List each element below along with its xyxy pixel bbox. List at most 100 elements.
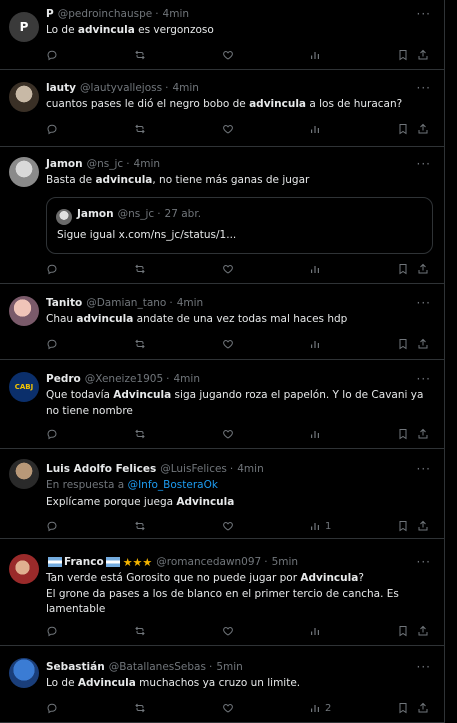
avatar[interactable] xyxy=(9,296,39,326)
more-options-button[interactable]: ··· xyxy=(417,463,431,475)
bookmark-button[interactable] xyxy=(397,701,409,715)
timestamp[interactable]: 4min xyxy=(237,463,263,475)
timestamp[interactable]: 4min xyxy=(177,297,203,309)
reply-button[interactable] xyxy=(46,624,58,638)
tweet-card[interactable]: Luis Adolfo Felices @LuisFelices · 4min ··· E… xyxy=(0,449,444,539)
tweet-card[interactable]: Tanito @Damian_tano · 4min ··· Chau advincula… xyxy=(0,284,444,360)
more-options-button[interactable]: ··· xyxy=(417,556,431,568)
author-name[interactable]: P xyxy=(46,8,54,20)
more-options-button[interactable]: ··· xyxy=(417,297,431,309)
avatar[interactable] xyxy=(9,658,39,688)
reply-button[interactable] xyxy=(46,48,58,62)
author-name[interactable]: Tanito xyxy=(46,297,82,309)
avatar[interactable]: CABJ xyxy=(9,372,39,402)
like-button[interactable] xyxy=(222,122,234,136)
tweet-card[interactable]: Jamon @ns_jc · 4min ··· Basta de advincula, n… xyxy=(0,147,444,284)
more-options-button[interactable]: ··· xyxy=(417,661,431,673)
bookmark-button[interactable] xyxy=(397,624,409,638)
reply-button[interactable] xyxy=(46,337,58,351)
share-button[interactable] xyxy=(417,427,429,441)
author-name[interactable]: Sebastián xyxy=(46,661,105,673)
views-button[interactable] xyxy=(309,122,321,136)
avatar[interactable] xyxy=(9,554,39,584)
retweet-button[interactable] xyxy=(134,48,146,62)
share-button[interactable] xyxy=(417,337,429,351)
retweet-button[interactable] xyxy=(134,122,146,136)
avatar[interactable] xyxy=(9,459,39,489)
like-button[interactable] xyxy=(222,48,234,62)
views-button[interactable] xyxy=(309,427,321,441)
share-button[interactable] xyxy=(417,48,429,62)
share-button[interactable] xyxy=(417,701,429,715)
author-name[interactable]: Luis Adolfo Felices xyxy=(46,463,156,475)
more-options-button[interactable]: ··· xyxy=(417,82,431,94)
author-handle[interactable]: @pedroinchauspe xyxy=(58,8,153,20)
like-button[interactable] xyxy=(222,519,234,533)
views-button[interactable] xyxy=(309,48,321,62)
retweet-button[interactable] xyxy=(134,701,146,715)
avatar[interactable]: P xyxy=(9,12,39,42)
more-options-button[interactable]: ··· xyxy=(417,8,431,20)
timestamp[interactable]: 4min xyxy=(134,158,160,170)
views-button[interactable] xyxy=(309,262,321,276)
avatar[interactable] xyxy=(9,82,39,112)
timestamp[interactable]: 4min xyxy=(174,373,200,385)
timestamp[interactable]: 4min xyxy=(172,82,198,94)
bookmark-button[interactable] xyxy=(397,122,409,136)
bookmark-button[interactable] xyxy=(397,262,409,276)
bookmark-button[interactable] xyxy=(397,337,409,351)
share-button[interactable] xyxy=(417,519,429,533)
timestamp[interactable]: 5min xyxy=(272,556,298,568)
tweet-card[interactable]: P P @pedroinchauspe · 4min ··· Lo de advincula… xyxy=(0,0,444,70)
bookmark-button[interactable] xyxy=(397,48,409,62)
quoted-tweet[interactable]: Jamon @ns_jc · 27 abr. Sigue igual x.com/ns_… xyxy=(46,197,433,254)
retweet-button[interactable] xyxy=(134,519,146,533)
author-handle[interactable]: @ns_jc xyxy=(87,158,124,170)
tweet-card[interactable]: CABJ Pedro @Xeneize1905 · 4min ··· Que todavía… xyxy=(0,360,444,449)
share-button[interactable] xyxy=(417,122,429,136)
tweet-card[interactable]: lauty @lautyvallejoss · 4min ··· cuantos pase… xyxy=(0,70,444,147)
author-name[interactable]: lauty xyxy=(46,82,76,94)
author-handle[interactable]: @LuisFelices xyxy=(160,463,227,475)
reply-button[interactable] xyxy=(46,262,58,276)
like-button[interactable] xyxy=(222,427,234,441)
bookmark-button[interactable] xyxy=(397,427,409,441)
more-options-button[interactable]: ··· xyxy=(417,158,431,170)
retweet-button[interactable] xyxy=(134,337,146,351)
author-handle[interactable]: @romancedawn097 xyxy=(156,556,261,568)
like-button[interactable] xyxy=(222,262,234,276)
views-button[interactable] xyxy=(309,337,321,351)
share-button[interactable] xyxy=(417,262,429,276)
author-handle[interactable]: @Damian_tano xyxy=(86,297,166,309)
like-button[interactable] xyxy=(222,624,234,638)
like-button[interactable] xyxy=(222,337,234,351)
views-icon xyxy=(309,625,321,637)
author-handle[interactable]: @BatallanesSebas xyxy=(109,661,206,673)
more-options-button[interactable]: ··· xyxy=(417,373,431,385)
timestamp[interactable]: 5min xyxy=(216,661,242,673)
views-button[interactable]: 2 xyxy=(309,701,331,715)
reply-button[interactable] xyxy=(46,122,58,136)
retweet-button[interactable] xyxy=(134,624,146,638)
timestamp[interactable]: 4min xyxy=(163,8,189,20)
author-name[interactable]: Franco xyxy=(64,556,104,568)
author-name[interactable]: Pedro xyxy=(46,373,81,385)
retweet-button[interactable] xyxy=(134,262,146,276)
reply-button[interactable] xyxy=(46,427,58,441)
tweet-card[interactable]: Sebastián @BatallanesSebas · 5min ··· Lo de A… xyxy=(0,646,444,723)
like-button[interactable] xyxy=(222,701,234,715)
author-handle[interactable]: @lautyvallejoss xyxy=(80,82,162,94)
views-button[interactable]: 1 xyxy=(309,519,331,533)
retweet-button[interactable] xyxy=(134,427,146,441)
reply-handle-link[interactable]: @Info_BosteraOk xyxy=(128,479,218,491)
author-handle[interactable]: @Xeneize1905 xyxy=(85,373,163,385)
bookmark-button[interactable] xyxy=(397,519,409,533)
tweet-card[interactable]: Franco ★★★ @romancedawn097 · 5min ··· Tan verd… xyxy=(0,539,444,646)
reply-button[interactable] xyxy=(46,701,58,715)
reply-button[interactable] xyxy=(46,519,58,533)
views-button[interactable] xyxy=(309,624,321,638)
views-count: 2 xyxy=(325,702,332,714)
avatar[interactable] xyxy=(9,157,39,187)
author-name[interactable]: Jamon xyxy=(46,158,83,170)
share-button[interactable] xyxy=(417,624,429,638)
